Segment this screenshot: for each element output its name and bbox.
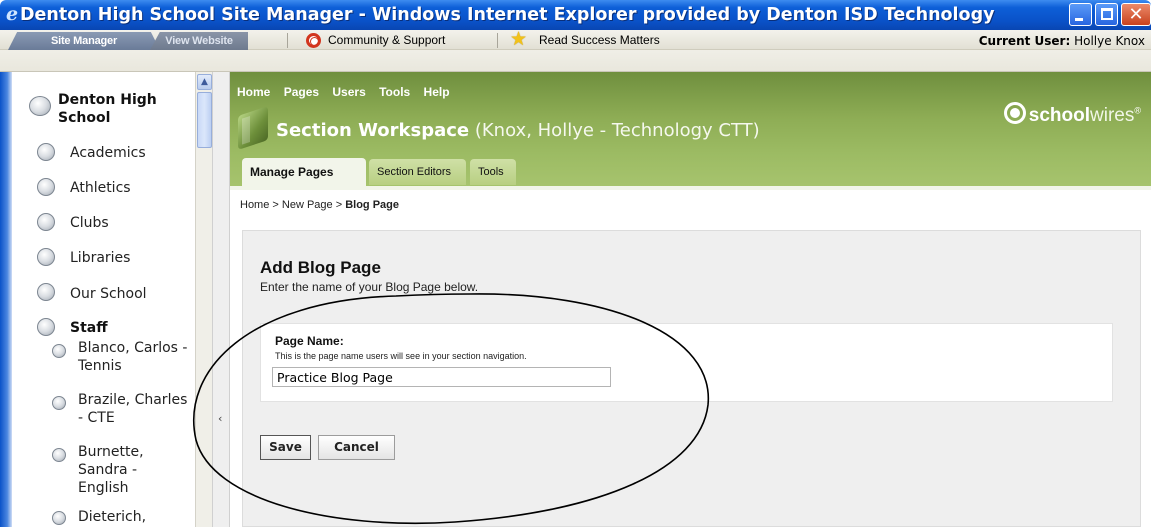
toolbar-strip: Site Manager View Website Community & Su… <box>0 30 1151 50</box>
tab-section-editors[interactable]: Section Editors <box>369 159 466 185</box>
section-icon <box>34 141 58 163</box>
nav-home[interactable]: Home <box>237 85 270 99</box>
page-description: Enter the name of your Blog Page below. <box>260 280 479 294</box>
nav-tools[interactable]: Tools <box>379 85 410 99</box>
sidebar-item-libraries[interactable]: Libraries <box>70 249 130 267</box>
sidebar-school-name[interactable]: Denton High School <box>58 91 157 127</box>
sidebar-scrollbar[interactable]: ▲ <box>195 72 212 527</box>
section-icon <box>34 281 58 303</box>
breadcrumb-home[interactable]: Home <box>240 199 269 211</box>
workspace-title-user: (Knox, Hollye - Technology CTT) <box>474 120 760 141</box>
school-name-line2: School <box>58 110 111 126</box>
nav-pages[interactable]: Pages <box>284 85 319 99</box>
site-tree: Denton High School Academics Athletics C… <box>12 72 195 527</box>
tab-tools[interactable]: Tools <box>470 159 516 185</box>
sidebar-staff-item[interactable]: Brazile, Charles - CTE <box>78 391 187 427</box>
staff-line: Tennis <box>78 358 122 374</box>
page-icon <box>48 444 72 466</box>
top-nav: Home Pages Users Tools Help <box>237 85 460 99</box>
staff-line: Brazile, Charles <box>78 392 188 408</box>
sidebar-item-staff[interactable]: Staff <box>70 319 108 337</box>
school-name-line1: Denton High <box>58 92 157 108</box>
section-icon <box>34 211 58 233</box>
internet-explorer-icon: e <box>5 3 19 25</box>
scroll-up-button[interactable]: ▲ <box>197 74 212 90</box>
tab-view-website[interactable]: View Website <box>150 32 248 50</box>
sidebar-staff-item[interactable]: Dieterich, <box>78 508 146 526</box>
workspace-title-main: Section Workspace <box>276 120 470 141</box>
page-name-field-group: Page Name: This is the page name users w… <box>260 323 1113 402</box>
staff-line: - CTE <box>78 410 115 426</box>
staff-line: English <box>78 480 129 496</box>
site-tree-sidebar: Denton High School Academics Athletics C… <box>0 72 213 527</box>
lifesaver-icon <box>306 33 321 48</box>
read-success-matters-link[interactable]: Read Success Matters <box>539 32 660 49</box>
toolbar-divider <box>497 33 498 48</box>
close-button[interactable]: ✕ <box>1121 3 1151 26</box>
collapse-arrow-icon: ‹ <box>218 412 223 425</box>
maximize-icon <box>1101 8 1113 20</box>
current-user: Current User: Hollye Knox <box>979 34 1145 48</box>
schoolwires-logo-icon <box>1003 102 1026 124</box>
section-icon <box>34 246 58 268</box>
breadcrumb-separator: > <box>332 199 346 211</box>
cancel-button[interactable]: Cancel <box>318 435 395 460</box>
minimize-button[interactable] <box>1069 3 1092 26</box>
page-name-help: This is the page name users will see in … <box>275 351 527 361</box>
tab-site-manager[interactable]: Site Manager <box>8 32 160 50</box>
sidebar-staff-item[interactable]: Blanco, Carlos - Tennis <box>78 339 187 375</box>
page-icon <box>48 340 72 362</box>
logo-registered-mark: ® <box>1134 105 1141 116</box>
workspace-header: Home Pages Users Tools Help schoolwires®… <box>230 72 1151 188</box>
staff-line: Blanco, Carlos - <box>78 340 188 356</box>
tab-underline <box>230 186 1151 190</box>
logo-text-bold: school <box>1028 105 1091 126</box>
nav-help[interactable]: Help <box>424 85 450 99</box>
staff-line: Sandra - <box>78 462 138 478</box>
page-name-input[interactable] <box>272 367 611 387</box>
site-manager-toolbar: Site Manager View Website Community & Su… <box>0 30 1151 72</box>
breadcrumb-new-page[interactable]: New Page <box>282 199 333 211</box>
page-icon <box>48 507 72 527</box>
sidebar-item-athletics[interactable]: Athletics <box>70 179 131 197</box>
minimize-icon <box>1075 18 1083 21</box>
community-support-link[interactable]: Community & Support <box>328 32 445 49</box>
star-icon: ★ <box>510 28 528 50</box>
toolbar-divider <box>287 33 288 48</box>
schoolwires-logo: schoolwires® <box>1003 102 1141 127</box>
school-icon <box>26 94 51 116</box>
sidebar-edge <box>0 72 12 527</box>
current-user-label: Current User: <box>978 34 1071 48</box>
current-user-name: Hollye Knox <box>1074 34 1145 48</box>
page-icon <box>48 392 72 414</box>
breadcrumb: Home > New Page > Blog Page <box>240 199 399 211</box>
breadcrumb-separator: > <box>269 199 282 211</box>
section-icon <box>34 176 58 198</box>
workspace-book-icon <box>238 106 268 150</box>
staff-line: Dieterich, <box>78 509 147 525</box>
sidebar-staff-item[interactable]: Burnette, Sandra - English <box>78 443 144 497</box>
save-button[interactable]: Save <box>260 435 311 460</box>
section-open-icon <box>34 316 58 338</box>
window-title-bar: e Denton High School Site Manager - Wind… <box>0 0 1151 30</box>
scroll-thumb[interactable] <box>197 92 212 148</box>
nav-users[interactable]: Users <box>332 85 365 99</box>
window-title: Denton High School Site Manager - Window… <box>20 5 995 25</box>
breadcrumb-current: Blog Page <box>345 199 399 211</box>
sidebar-collapse-handle[interactable]: ‹ <box>212 72 230 527</box>
page-name-label: Page Name: <box>275 334 344 348</box>
add-blog-page-panel: Add Blog Page Enter the name of your Blo… <box>242 230 1141 527</box>
staff-line: Burnette, <box>78 444 144 460</box>
sidebar-item-our-school[interactable]: Our School <box>70 285 147 303</box>
logo-text-light: wires <box>1090 105 1135 126</box>
sidebar-item-clubs[interactable]: Clubs <box>70 214 109 232</box>
close-icon: ✕ <box>1128 4 1144 25</box>
main-content: Home Pages Users Tools Help schoolwires®… <box>230 72 1151 527</box>
page-title: Add Blog Page <box>260 258 381 277</box>
maximize-button[interactable] <box>1095 3 1118 26</box>
workspace-title: Section Workspace (Knox, Hollye - Techno… <box>276 120 760 141</box>
sidebar-item-academics[interactable]: Academics <box>70 144 146 162</box>
tab-manage-pages[interactable]: Manage Pages <box>242 158 366 186</box>
